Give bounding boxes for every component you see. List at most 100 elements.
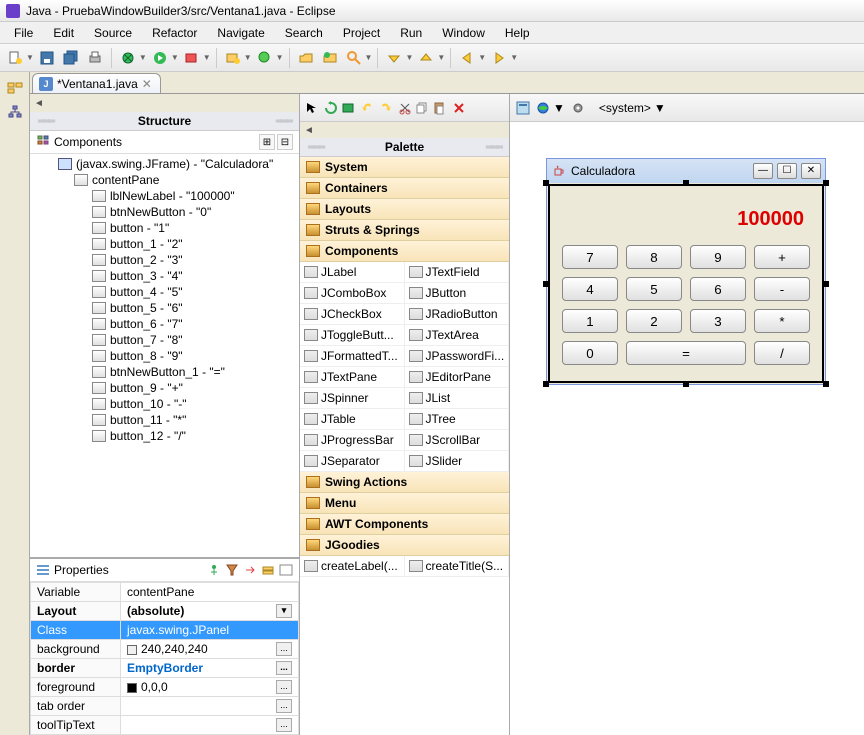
property-row[interactable]: foreground0,0,0... [31, 678, 299, 697]
dropdown-arrow-icon[interactable]: ▼ [437, 53, 445, 62]
palette-item[interactable]: JTextArea [405, 325, 510, 346]
palette-category[interactable]: Containers [300, 178, 509, 199]
property-row[interactable]: toolTipText... [31, 716, 299, 735]
palette-item[interactable]: createTitle(S... [405, 556, 510, 577]
palette-item[interactable]: JButton [405, 283, 510, 304]
palette-category[interactable]: System [300, 157, 509, 178]
component-tree[interactable]: (javax.swing.JFrame) - "Calculadora"cont… [30, 154, 299, 557]
tree-item[interactable]: button - "1" [30, 220, 299, 236]
package-explorer-icon[interactable] [7, 80, 23, 96]
palette-item[interactable]: JRadioButton [405, 304, 510, 325]
tab-left-arrow[interactable]: ◄ [34, 98, 44, 109]
tree-item[interactable]: btnNewButton_1 - "=" [30, 364, 299, 380]
palette-category[interactable]: Components [300, 241, 509, 262]
tree-item[interactable]: button_5 - "6" [30, 300, 299, 316]
resize-handle[interactable] [543, 180, 549, 186]
menu-edit[interactable]: Edit [43, 24, 84, 42]
design-canvas[interactable]: ▼ <system> ▼ Calculadora [510, 94, 864, 735]
dropdown-arrow-icon[interactable]: ▼ [510, 53, 518, 62]
menu-run[interactable]: Run [390, 24, 432, 42]
property-row[interactable]: background240,240,240... [31, 640, 299, 659]
property-row[interactable]: borderEmptyBorder... [31, 659, 299, 678]
dropdown-arrow-icon[interactable]: ▼ [405, 53, 413, 62]
property-edit-button[interactable]: ... [276, 661, 292, 675]
palette-item[interactable]: JTextPane [300, 367, 405, 388]
palette-item[interactable]: createLabel(... [300, 556, 405, 577]
events-button[interactable] [279, 563, 293, 577]
resize-handle[interactable] [543, 281, 549, 287]
palette-item[interactable]: JFormattedT... [300, 346, 405, 367]
palette-item[interactable]: JSeparator [300, 451, 405, 472]
editor-tab-ventana1[interactable]: J *Ventana1.java ✕ [32, 73, 161, 93]
property-row[interactable]: tab order... [31, 697, 299, 716]
properties-table[interactable]: VariablecontentPaneLayout(absolute)▾Clas… [30, 582, 299, 735]
menu-search[interactable]: Search [275, 24, 333, 42]
calculator-window[interactable]: Calculadora — ☐ ✕ 100000 789+ [546, 158, 826, 385]
menu-navigate[interactable]: Navigate [207, 24, 274, 42]
tree-item[interactable]: button_1 - "2" [30, 236, 299, 252]
tree-item[interactable]: button_3 - "4" [30, 268, 299, 284]
dropdown-arrow-icon[interactable]: ▼ [478, 53, 486, 62]
palette-item[interactable]: JScrollBar [405, 430, 510, 451]
tree-item[interactable]: lblNewLabel - "100000" [30, 188, 299, 204]
property-edit-button[interactable]: ... [276, 680, 292, 694]
tree-item[interactable]: button_6 - "7" [30, 316, 299, 332]
menu-source[interactable]: Source [84, 24, 142, 42]
tree-item[interactable]: button_12 - "/" [30, 428, 299, 444]
dropdown-arrow-icon[interactable]: ▼ [365, 53, 373, 62]
property-edit-button[interactable]: ... [276, 699, 292, 713]
vars-button[interactable] [261, 563, 275, 577]
palette-item[interactable]: JSlider [405, 451, 510, 472]
print-button[interactable] [84, 47, 106, 69]
goto-button[interactable] [243, 563, 257, 577]
forward-button[interactable] [488, 47, 510, 69]
back-button[interactable] [456, 47, 478, 69]
menu-refactor[interactable]: Refactor [142, 24, 207, 42]
show-advanced-button[interactable] [207, 563, 221, 577]
property-edit-button[interactable]: ... [276, 718, 292, 732]
tree-item[interactable]: button_2 - "3" [30, 252, 299, 268]
calc-button-4[interactable]: 4 [562, 277, 618, 301]
calc-button-2[interactable]: 2 [626, 309, 682, 333]
tree-item[interactable]: button_4 - "5" [30, 284, 299, 300]
copy-button[interactable] [415, 101, 429, 115]
undo-button[interactable] [361, 101, 375, 115]
dropdown-arrow-icon[interactable]: ▼ [139, 53, 147, 62]
menu-project[interactable]: Project [333, 24, 390, 42]
menu-window[interactable]: Window [432, 24, 495, 42]
palette-category[interactable]: Layouts [300, 199, 509, 220]
open-type-button[interactable] [295, 47, 317, 69]
run-button[interactable] [149, 47, 171, 69]
resize-handle[interactable] [823, 180, 829, 186]
calc-button-7[interactable]: 7 [562, 245, 618, 269]
tree-item[interactable]: (javax.swing.JFrame) - "Calculadora" [30, 156, 299, 172]
calc-button-1[interactable]: 1 [562, 309, 618, 333]
palette-item[interactable]: JCheckBox [300, 304, 405, 325]
maximize-button[interactable]: ☐ [777, 163, 797, 179]
palette-item[interactable]: JPasswordFi... [405, 346, 510, 367]
expand-all-button[interactable]: ⊞ [259, 134, 275, 150]
debug-button[interactable] [117, 47, 139, 69]
palette-item[interactable]: JEditorPane [405, 367, 510, 388]
property-row[interactable]: Classjavax.swing.JPanel [31, 621, 299, 640]
palette-item[interactable]: JLabel [300, 262, 405, 283]
tree-item[interactable]: btnNewButton - "0" [30, 204, 299, 220]
redo-button[interactable] [378, 101, 392, 115]
calc-button-0[interactable]: 0 [562, 341, 618, 365]
palette-item[interactable]: JProgressBar [300, 430, 405, 451]
palette-item[interactable]: JTable [300, 409, 405, 430]
paste-button[interactable] [432, 101, 446, 115]
resize-handle[interactable] [683, 381, 689, 387]
palette-item[interactable]: JList [405, 388, 510, 409]
calc-button-5[interactable]: 5 [626, 277, 682, 301]
system-selector[interactable]: <system> ▼ [594, 98, 671, 118]
dropdown-arrow-icon[interactable]: ▼ [26, 53, 34, 62]
palette-item[interactable]: JSpinner [300, 388, 405, 409]
palette-category[interactable]: Menu [300, 493, 509, 514]
close-button[interactable]: ✕ [801, 163, 821, 179]
new-button[interactable] [4, 47, 26, 69]
run-ext-button[interactable] [181, 47, 203, 69]
palette-item[interactable]: JTree [405, 409, 510, 430]
property-edit-button[interactable]: ... [276, 642, 292, 656]
save-all-button[interactable] [60, 47, 82, 69]
